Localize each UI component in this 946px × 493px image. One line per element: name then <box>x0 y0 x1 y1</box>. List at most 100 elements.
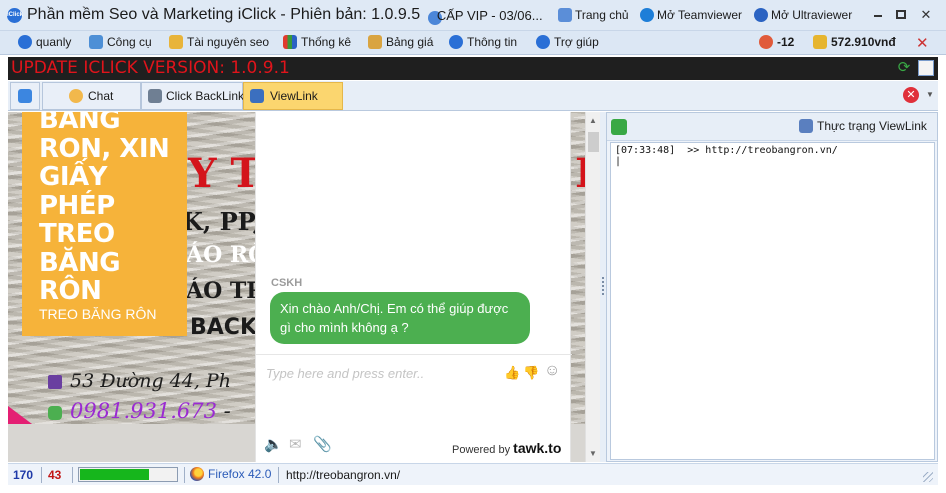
open-ultraviewer-label: Mở Ultraviewer <box>771 8 853 22</box>
refresh-icon[interactable]: ⟳ <box>896 60 912 76</box>
viewlink-monitor-icon <box>250 89 264 103</box>
vip-status: CẤP VIP - 03/06... <box>426 8 543 23</box>
tab-viewlink-label: ViewLink <box>270 89 318 103</box>
balance-value: 572.910vnđ <box>831 35 896 49</box>
users-status-icon <box>799 119 813 133</box>
bar-chart-icon <box>283 35 297 49</box>
chat-icon <box>69 89 83 103</box>
tab-viewlink[interactable]: ViewLink <box>243 82 343 110</box>
attach-icon[interactable]: 📎 <box>313 435 332 453</box>
ultraviewer-icon <box>754 8 768 22</box>
scrollbar-thumb[interactable] <box>588 132 599 152</box>
title-bar: iClick Phần mềm Seo và Marketing iClick … <box>0 0 946 31</box>
maximize-button[interactable] <box>896 10 906 19</box>
count-done: 43 <box>48 468 62 482</box>
balance-display: 572.910vnđ <box>813 35 896 49</box>
phone-suffix: - <box>223 399 231 423</box>
browser-version: Firefox 42.0 <box>190 467 271 481</box>
list-view-icon[interactable] <box>918 60 934 76</box>
splitter-grip[interactable] <box>602 277 604 295</box>
menu-bar: quanly Công cụ Tài nguyên seo Thống kê B… <box>0 31 946 55</box>
banner-small-text: TREO BĂNG RÔN <box>39 306 157 322</box>
chat-message-bubble: Xin chào Anh/Chị. Em có thể giúp được gì… <box>270 292 530 344</box>
progress-fill <box>80 469 150 480</box>
menu-quanly[interactable]: quanly <box>18 35 71 49</box>
banner-big-text: BĂNG RON, XIN GIẤY PHÉP TREO BĂNG RÔN <box>39 112 170 306</box>
current-url: http://treobangron.vn/ <box>286 468 401 482</box>
tab-click-backlink[interactable]: Click BackLink <box>141 82 245 110</box>
home-address-icon <box>48 375 62 389</box>
count-total: 170 <box>13 468 34 482</box>
log-textarea[interactable]: [07:33:48] >> http://treobangron.vn/ | <box>610 142 935 460</box>
viewlink-status-label: Thực trạng ViewLink <box>817 119 927 133</box>
menu-tro-giup[interactable]: Trợ giúp <box>536 35 599 49</box>
log-panel-toolbar: Thực trạng ViewLink <box>607 113 937 141</box>
status-bar: 170 43 Firefox 42.0 http://treobangron.v… <box>8 463 938 485</box>
browser-scrollbar[interactable]: ▲ ▼ <box>585 112 600 462</box>
update-banner-text: UPDATE ICLICK VERSION: 1.0.9.1 <box>11 58 290 78</box>
orange-banner-box: BĂNG RON, XIN GIẤY PHÉP TREO BĂNG RÔN TR… <box>22 112 187 336</box>
thumbs-up-icon[interactable]: 👍 <box>504 365 520 381</box>
scroll-down-arrow-icon[interactable]: ▼ <box>589 449 597 458</box>
chat-divider <box>256 354 572 355</box>
minimize-button[interactable] <box>872 9 884 21</box>
iclick-app-icon: iClick <box>7 8 23 23</box>
tawk-brand: tawk.to <box>513 440 562 456</box>
points-display: -12 <box>759 35 794 49</box>
menu-cong-cu-label: Công cụ <box>107 35 152 49</box>
tab-click-backlink-label: Click BackLink <box>166 89 245 103</box>
exit-icon[interactable]: ✕ <box>916 36 932 51</box>
powered-by[interactable]: Powered by tawk.to <box>452 440 561 456</box>
teamviewer-icon <box>640 8 654 22</box>
powered-by-text: Powered by <box>452 444 511 456</box>
email-icon[interactable]: ✉ <box>289 435 302 453</box>
close-window-button[interactable]: ✕ <box>920 8 932 21</box>
wallet-icon <box>813 35 827 49</box>
tab-dropdown-chevron-icon[interactable]: ▼ <box>926 90 934 99</box>
status-separator <box>41 467 42 483</box>
menu-thong-tin-label: Thông tin <box>467 35 518 49</box>
menu-bang-gia[interactable]: Bảng giá <box>368 35 433 49</box>
mouse-click-icon <box>148 89 162 103</box>
window-title: Phần mềm Seo và Marketing iClick - Phiên… <box>27 6 421 23</box>
thumbs-down-icon[interactable]: 👎 <box>523 365 539 381</box>
menu-tai-nguyen-seo-label: Tài nguyên seo <box>187 35 270 49</box>
embedded-browser[interactable]: Y TN K K, PP, I ÁO RÔN ÁO TRÊ BACK 53 Đư… <box>8 112 600 462</box>
home-page-label: Trang chủ <box>575 8 629 22</box>
home-page-link[interactable]: Trang chủ <box>558 8 629 22</box>
menu-thong-ke[interactable]: Thống kê <box>283 35 351 49</box>
user-account-icon <box>18 35 32 49</box>
firefox-icon <box>190 467 204 481</box>
progress-bar <box>78 467 178 482</box>
tab-home[interactable] <box>10 82 40 110</box>
sound-icon[interactable]: 🔈 <box>264 435 283 453</box>
menu-bang-gia-label: Bảng giá <box>386 35 434 49</box>
tab-chat-label: Chat <box>88 89 114 103</box>
open-teamviewer-link[interactable]: Mở Teamviewer <box>640 8 742 22</box>
open-ultraviewer-link[interactable]: Mở Ultraviewer <box>754 8 852 22</box>
emoji-icon[interactable]: ☺ <box>544 362 560 380</box>
menu-cong-cu[interactable]: Công cụ <box>89 35 152 49</box>
menu-tai-nguyen-seo[interactable]: Tài nguyên seo <box>169 35 269 49</box>
update-banner: UPDATE ICLICK VERSION: 1.0.9.1 ⟳ <box>8 57 938 80</box>
pink-corner-decoration <box>8 406 32 424</box>
phone-icon <box>48 405 62 420</box>
tab-chat[interactable]: Chat <box>42 82 141 110</box>
tawk-chat-widget: CSKH Xin chào Anh/Chị. Em có thể giúp đư… <box>255 112 572 462</box>
address-line: 53 Đường 44, Ph <box>48 370 231 392</box>
menu-thong-tin[interactable]: Thông tin <box>449 35 517 49</box>
menu-thong-ke-label: Thống kê <box>301 35 352 49</box>
home-page-icon <box>558 8 572 22</box>
phone-line: 0981.931.673 - <box>48 399 231 423</box>
close-tab-icon[interactable]: ✕ <box>903 87 919 103</box>
help-icon <box>536 35 550 49</box>
refresh-log-icon[interactable] <box>611 119 627 135</box>
resize-grip[interactable] <box>923 472 933 482</box>
scroll-up-arrow-icon[interactable]: ▲ <box>589 116 597 125</box>
chat-message-input[interactable] <box>266 366 491 381</box>
status-separator <box>72 467 73 483</box>
phone-number[interactable]: 0981.931.673 <box>70 399 217 423</box>
status-separator <box>184 467 185 483</box>
viewlink-status-button[interactable]: Thực trạng ViewLink <box>799 119 927 133</box>
tab-bar: Chat Click BackLink ViewLink ✕ ▼ <box>8 81 938 111</box>
